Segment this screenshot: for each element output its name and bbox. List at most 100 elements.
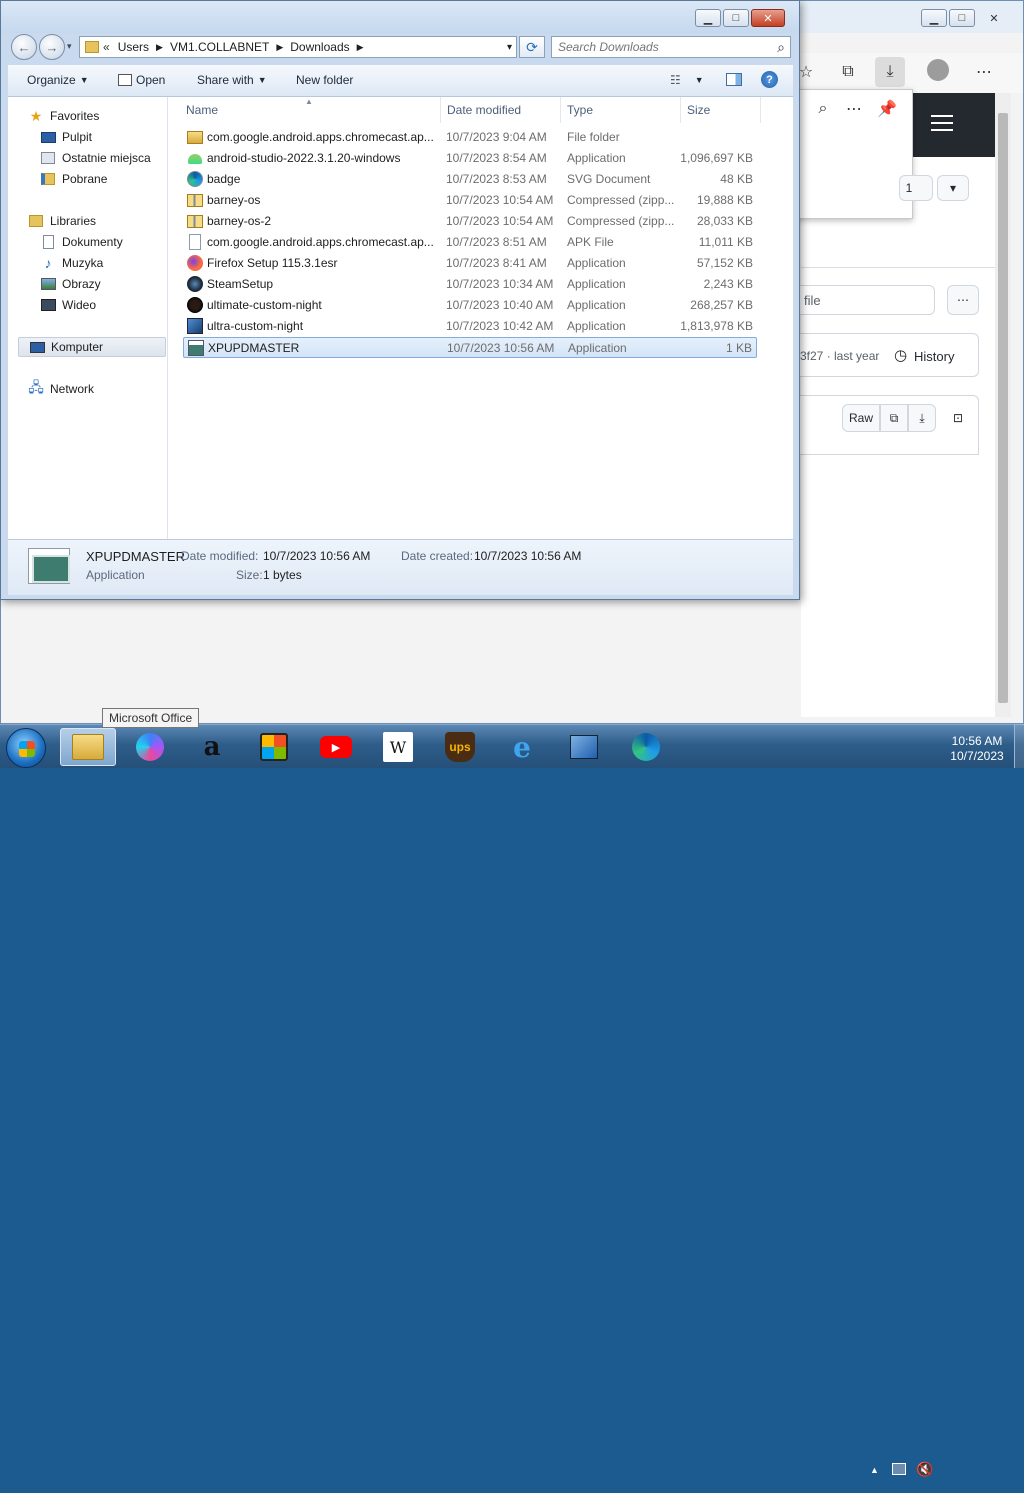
profile-avatar[interactable]: [927, 59, 949, 81]
commit-info[interactable]: 3f27 · last year: [800, 349, 879, 363]
open-label: Open: [136, 73, 166, 87]
column-divider[interactable]: [680, 97, 681, 123]
file-row[interactable]: badge 10/7/2023 8:53 AM SVG Document 48 KB: [183, 169, 757, 190]
file-row[interactable]: barney-os-2 10/7/2023 10:54 AM Compressed …: [183, 211, 757, 232]
file-row[interactable]: barney-os 10/7/2023 10:54 AM Compressed (z…: [183, 190, 757, 211]
collections-icon[interactable]: ⧉: [833, 57, 863, 87]
open-button[interactable]: Open: [118, 73, 165, 87]
symbols-button[interactable]: ⊡: [944, 404, 972, 432]
nav-network[interactable]: 🖧 Network: [28, 379, 94, 399]
nav-item-dokumenty[interactable]: Dokumenty: [40, 232, 123, 252]
file-row[interactable]: ultimate-custom-night 10/7/2023 10:40 AM A…: [183, 295, 757, 316]
breadcrumb-separator-icon[interactable]: ▶: [276, 42, 283, 53]
taskbar-copilot[interactable]: [122, 728, 178, 766]
back-arrow-icon: ←: [17, 39, 31, 55]
file-row[interactable]: com.google.android.apps.chromecast.ap...…: [183, 127, 757, 148]
column-divider[interactable]: [760, 97, 761, 123]
nav-item-muzyka[interactable]: ♪ Muzyka: [40, 253, 104, 273]
nav-item-ostatnie-miejsca[interactable]: Ostatnie miejsca: [40, 148, 151, 168]
file-row[interactable]: ultra-custom-night 10/7/2023 10:42 AM Appl…: [183, 316, 757, 337]
column-divider[interactable]: [560, 97, 561, 123]
page-number-label: 1: [905, 181, 913, 195]
go-to-file-input[interactable]: file: [791, 285, 935, 315]
breadcrumb-vm1[interactable]: VM1.COLLABNET: [170, 40, 269, 54]
breadcrumb-downloads[interactable]: Downloads: [290, 40, 349, 54]
page-number[interactable]: 1: [899, 175, 933, 201]
share-with-button[interactable]: Share with ▼: [197, 73, 267, 87]
search-box[interactable]: ⌕: [551, 36, 791, 58]
browser-maximize-button[interactable]: □: [949, 9, 975, 27]
taskbar-explorer[interactable]: [60, 728, 116, 766]
downloads-icon[interactable]: ⤓: [875, 57, 905, 87]
nav-libraries[interactable]: Libraries: [28, 211, 96, 231]
page-dropdown[interactable]: ▾: [937, 175, 969, 201]
file-row[interactable]: Firefox Setup 115.3.1esr 10/7/2023 8:41 A…: [183, 253, 757, 274]
file-row[interactable]: SteamSetup 10/7/2023 10:34 AM Application 2…: [183, 274, 757, 295]
more-options-button[interactable]: ⋯: [947, 285, 979, 315]
browser-close-button[interactable]: ✕: [977, 9, 1011, 27]
start-button[interactable]: [6, 728, 46, 768]
volume-muted-icon[interactable]: 🔇: [916, 1461, 933, 1478]
breadcrumb-users[interactable]: Users: [118, 40, 149, 54]
more-menu-icon[interactable]: ⋯: [969, 57, 999, 87]
raw-button[interactable]: Raw: [842, 404, 880, 432]
close-button[interactable]: ✕: [751, 9, 785, 27]
taskbar-edge[interactable]: [618, 728, 674, 766]
back-button[interactable]: ←: [11, 34, 37, 60]
history-link[interactable]: History: [914, 349, 954, 364]
forward-button[interactable]: →: [39, 34, 65, 60]
taskbar: a ▶ W ups e ▲ 🔇: [0, 724, 1024, 1477]
breadcrumb-separator-icon[interactable]: ▶: [156, 42, 163, 53]
download-raw-button[interactable]: ⤓: [908, 404, 936, 432]
change-view-button[interactable]: ☷ ▼: [670, 73, 704, 87]
taskbar-shop[interactable]: [246, 728, 302, 766]
preview-pane-button[interactable]: [726, 73, 742, 86]
taskbar-wikipedia[interactable]: W: [370, 728, 426, 766]
column-header-date[interactable]: Date modified: [447, 103, 521, 121]
breadcrumb-separator-icon[interactable]: ▶: [357, 42, 364, 53]
file-size: 19,888 KB: [696, 193, 753, 207]
browser-minimize-button[interactable]: ▁: [921, 9, 947, 27]
pin-icon[interactable]: 📌: [872, 94, 902, 124]
column-header-name[interactable]: Name: [186, 103, 218, 121]
breadcrumb-overflow[interactable]: «: [103, 40, 110, 54]
new-folder-button[interactable]: New folder: [296, 73, 353, 87]
network-tray-icon[interactable]: [892, 1463, 906, 1475]
search-downloads-icon[interactable]: ⌕: [808, 94, 838, 124]
maximize-button[interactable]: □: [723, 9, 749, 27]
browser-scrollbar[interactable]: [995, 93, 1011, 717]
minimize-button[interactable]: ▁: [695, 9, 721, 27]
downloads-more-icon[interactable]: ⋯: [839, 94, 869, 124]
show-desktop-button[interactable]: [1014, 724, 1024, 768]
file-row[interactable]: XPUPDMASTER 10/7/2023 10:56 AM Application…: [183, 337, 757, 358]
show-hidden-icons-icon[interactable]: ▲: [870, 1465, 879, 1475]
organize-button[interactable]: Organize ▼: [27, 73, 89, 87]
taskbar-notepad[interactable]: [556, 728, 612, 766]
nav-computer[interactable]: Komputer: [18, 337, 166, 357]
nav-item-pobrane[interactable]: Pobrane: [40, 169, 107, 189]
taskbar-amazon[interactable]: a: [184, 728, 240, 766]
column-divider[interactable]: [440, 97, 441, 123]
nav-item-pulpit[interactable]: Pulpit: [40, 127, 92, 147]
taskbar-ups[interactable]: ups: [432, 728, 488, 766]
taskbar-clock[interactable]: 10:56 AM 10/7/2023: [946, 734, 1008, 764]
copy-raw-button[interactable]: ⧉: [880, 404, 908, 432]
file-row[interactable]: com.google.android.apps.chromecast.ap...…: [183, 232, 757, 253]
scrollbar-thumb[interactable]: [998, 113, 1008, 703]
nav-item-wideo[interactable]: Wideo: [40, 295, 96, 315]
nav-favorites[interactable]: ★ Favorites: [28, 106, 100, 126]
recent-pages-chevron-icon[interactable]: ▾: [67, 41, 72, 52]
refresh-button[interactable]: ⟳: [519, 36, 545, 58]
taskbar-youtube[interactable]: ▶: [308, 728, 364, 766]
taskbar-internet-explorer[interactable]: e: [494, 728, 550, 766]
address-dropdown-icon[interactable]: ▾: [507, 42, 512, 53]
search-icon[interactable]: ⌕: [777, 39, 785, 56]
column-header-size[interactable]: Size: [687, 103, 710, 121]
nav-item-obrazy[interactable]: Obrazy: [40, 274, 101, 294]
hamburger-menu-icon[interactable]: [931, 115, 953, 131]
address-bar[interactable]: « Users ▶ VM1.COLLABNET ▶ Downloads ▶ ▾: [79, 36, 517, 58]
column-header-type[interactable]: Type: [567, 103, 593, 121]
search-input[interactable]: [552, 37, 762, 57]
file-row[interactable]: android-studio-2022.3.1.20-windows 10/7/2…: [183, 148, 757, 169]
help-button[interactable]: ?: [761, 71, 778, 88]
